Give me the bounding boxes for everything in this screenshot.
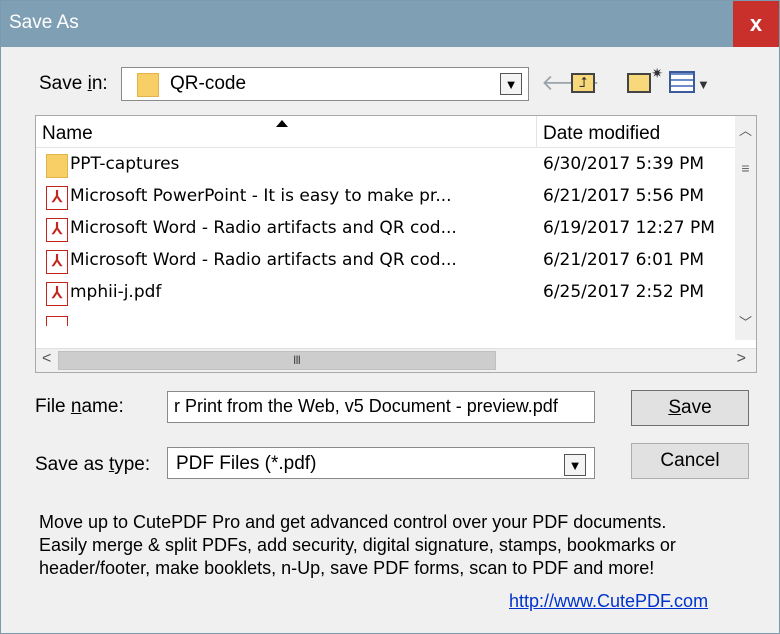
scroll-thumb-icon[interactable]: ≡ xyxy=(739,160,752,176)
list-item[interactable]: ⅄ Microsoft Word - Radio artifacts and Q… xyxy=(36,214,736,246)
save-as-type-dropdown[interactable]: PDF Files (*.pdf) ▼ xyxy=(167,447,595,479)
scroll-right-icon[interactable]: > xyxy=(737,350,746,368)
file-name-label: File name: xyxy=(35,396,124,417)
save-as-type-value: PDF Files (*.pdf) xyxy=(176,453,317,474)
promo-text: Move up to CutePDF Pro and get advanced … xyxy=(39,511,759,580)
file-date: 6/21/2017 6:01 PM xyxy=(543,250,705,270)
file-date: 6/19/2017 12:27 PM xyxy=(543,218,715,238)
save-in-dropdown[interactable]: QR-code ▼ xyxy=(121,67,529,101)
file-name-value: r Print from the Web, v5 Document - prev… xyxy=(174,396,558,416)
scroll-grip: III xyxy=(293,353,301,367)
views-menu-icon[interactable] xyxy=(669,71,695,93)
title-bar[interactable]: Save As x xyxy=(1,1,779,47)
column-header-date[interactable]: Date modified xyxy=(543,123,660,145)
new-folder-icon[interactable] xyxy=(627,59,663,93)
list-item[interactable]: ⅄ Microsoft PowerPoint - It is easy to m… xyxy=(36,182,736,214)
scroll-down-icon[interactable]: ﹀ xyxy=(735,312,756,331)
list-item[interactable]: ⅄ Microsoft Word - Radio artifacts and Q… xyxy=(36,246,736,278)
list-item[interactable]: PPT-captures 6/30/2017 5:39 PM xyxy=(36,150,736,182)
vertical-scrollbar[interactable]: ︿ ≡ ﹀ xyxy=(735,116,756,340)
save-as-type-label: Save as type: xyxy=(35,454,151,475)
views-caret-icon[interactable]: ▼ xyxy=(697,71,710,99)
column-header-name[interactable]: Name xyxy=(42,123,93,145)
save-in-value: QR-code xyxy=(170,73,247,94)
file-name: PPT-captures xyxy=(70,154,180,174)
save-in-label: Save in: xyxy=(39,73,108,94)
column-divider[interactable] xyxy=(536,116,537,148)
close-button[interactable]: x xyxy=(733,1,779,47)
save-as-dialog: Save As x Save in: QR-code ▼ 🡐 ⮥ ▼ Name … xyxy=(0,0,780,634)
promo-line: Move up to CutePDF Pro and get advanced … xyxy=(39,512,667,532)
pdf-icon: ⅄ xyxy=(46,218,68,242)
list-item[interactable]: ⅄ mphii-j.pdf 6/25/2017 2:52 PM xyxy=(36,278,736,310)
file-list[interactable]: Name Date modified PPT-captures 6/30/201… xyxy=(35,115,757,373)
cutepdf-link[interactable]: http://www.CutePDF.com xyxy=(509,591,708,612)
folder-icon xyxy=(46,154,68,178)
pdf-icon: ⅄ xyxy=(46,186,68,210)
save-button[interactable]: Save xyxy=(631,390,749,426)
up-folder-icon[interactable]: ⮥ xyxy=(571,73,595,93)
save-button-label: Save xyxy=(668,397,712,418)
pdf-icon: ⅄ xyxy=(46,250,68,274)
window-title: Save As xyxy=(9,12,79,33)
horizontal-scrollbar[interactable]: < III > xyxy=(36,348,756,372)
promo-line: Easily merge & split PDFs, add security,… xyxy=(39,535,676,555)
scroll-thumb[interactable]: III xyxy=(58,351,496,370)
file-name: mphii-j.pdf xyxy=(70,282,162,302)
pdf-icon xyxy=(46,316,68,326)
folder-icon xyxy=(137,73,159,97)
file-date: 6/30/2017 5:39 PM xyxy=(543,154,705,174)
list-item-partial[interactable] xyxy=(36,312,736,326)
file-date: 6/21/2017 5:56 PM xyxy=(543,186,705,206)
chevron-down-icon[interactable]: ▼ xyxy=(564,454,586,476)
file-name: Microsoft PowerPoint - It is easy to mak… xyxy=(70,186,452,206)
list-header: Name Date modified xyxy=(36,116,736,148)
file-name-field[interactable]: r Print from the Web, v5 Document - prev… xyxy=(167,391,595,423)
file-date: 6/25/2017 2:52 PM xyxy=(543,282,705,302)
promo-line: header/footer, make booklets, n-Up, save… xyxy=(39,558,655,578)
cancel-button[interactable]: Cancel xyxy=(631,443,749,479)
chevron-down-icon[interactable]: ▼ xyxy=(500,73,522,95)
scroll-left-icon[interactable]: < xyxy=(42,350,51,368)
file-name: Microsoft Word - Radio artifacts and QR … xyxy=(70,218,457,238)
sort-ascending-icon xyxy=(276,120,288,127)
file-name: Microsoft Word - Radio artifacts and QR … xyxy=(70,250,457,270)
scroll-up-icon[interactable]: ︿ xyxy=(735,120,756,139)
pdf-icon: ⅄ xyxy=(46,282,68,306)
